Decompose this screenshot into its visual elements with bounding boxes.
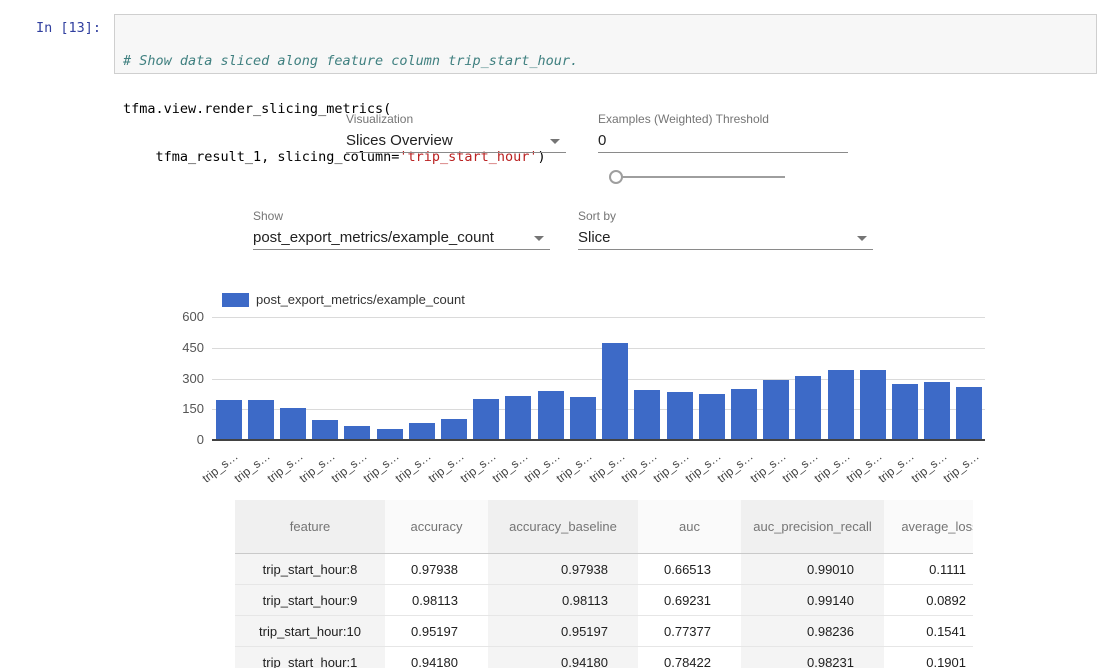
table-row: trip_start_hour:80.979380.979380.665130.…: [235, 554, 973, 585]
sort-by-label: Sort by: [578, 209, 873, 223]
feature-cell: trip_start_hour:1: [235, 647, 385, 668]
threshold-field[interactable]: Examples (Weighted) Threshold 0: [598, 112, 848, 153]
bar[interactable]: [602, 343, 628, 439]
code-line-comment: # Show data sliced along feature column …: [123, 53, 1088, 69]
metric-cell: 0.94180: [385, 647, 488, 668]
sort-by-value[interactable]: Slice: [578, 227, 873, 250]
metric-cell: 0.97938: [488, 554, 638, 585]
threshold-input[interactable]: 0: [598, 130, 848, 153]
metric-cell: 0.98231: [741, 647, 884, 668]
legend-swatch-icon: [222, 293, 249, 307]
cell-input-prompt: In [13]:: [36, 20, 101, 36]
metric-cell: 0.98113: [385, 585, 488, 616]
bar[interactable]: [731, 389, 757, 439]
bar[interactable]: [216, 400, 242, 439]
legend-label: post_export_metrics/example_count: [256, 292, 465, 307]
threshold-slider-track[interactable]: [616, 176, 785, 178]
bar[interactable]: [377, 429, 403, 439]
bar[interactable]: [667, 392, 693, 439]
metric-cell: 0.1901: [884, 647, 973, 668]
chevron-down-icon: [534, 236, 544, 241]
bar[interactable]: [634, 390, 660, 439]
slices-bar-chart: post_export_metrics/example_count 015030…: [0, 285, 1111, 485]
bar[interactable]: [828, 370, 854, 439]
bar[interactable]: [280, 408, 306, 439]
table-row: trip_start_hour:90.981130.981130.692310.…: [235, 585, 973, 616]
code-input[interactable]: # Show data sliced along feature column …: [114, 14, 1097, 74]
table-header-row: featureaccuracyaccuracy_baselineaucauc_p…: [235, 500, 973, 554]
table-row: trip_start_hour:10.941800.941800.784220.…: [235, 647, 973, 668]
metric-cell: 0.95197: [385, 616, 488, 647]
bar[interactable]: [538, 391, 564, 439]
y-axis-tick-label: 450: [154, 340, 204, 355]
gridline: [212, 348, 985, 349]
metric-cell: 0.99140: [741, 585, 884, 616]
metric-cell: 0.69231: [638, 585, 741, 616]
sort-by-select[interactable]: Sort by Slice: [578, 209, 873, 250]
metric-cell: 0.66513: [638, 554, 741, 585]
table-row: trip_start_hour:100.951970.951970.773770…: [235, 616, 973, 647]
metrics-table: featureaccuracyaccuracy_baselineaucauc_p…: [235, 500, 973, 668]
plot-area: 0150300450600trip_s…trip_s…trip_s…trip_s…: [212, 317, 985, 440]
feature-cell: trip_start_hour:9: [235, 585, 385, 616]
metric-cell: 0.1541: [884, 616, 973, 647]
notebook-page: In [13]: # Show data sliced along featur…: [0, 0, 1111, 668]
x-axis-baseline: [212, 439, 985, 441]
metric-cell: 0.94180: [488, 647, 638, 668]
bar[interactable]: [763, 380, 789, 439]
y-axis-tick-label: 300: [154, 371, 204, 386]
column-header: accuracy_baseline: [488, 500, 638, 554]
metric-cell: 0.98236: [741, 616, 884, 647]
bar[interactable]: [312, 420, 338, 439]
y-axis-tick-label: 150: [154, 401, 204, 416]
y-axis-tick-label: 0: [154, 432, 204, 447]
show-label: Show: [253, 209, 550, 223]
visualization-select[interactable]: Visualization Slices Overview: [346, 112, 566, 153]
bar[interactable]: [795, 376, 821, 439]
y-axis-tick-label: 600: [154, 309, 204, 324]
bar[interactable]: [505, 396, 531, 439]
metric-cell: 0.0892: [884, 585, 973, 616]
bar[interactable]: [892, 384, 918, 439]
chevron-down-icon: [550, 139, 560, 144]
threshold-slider-handle[interactable]: [609, 170, 623, 184]
visualization-label: Visualization: [346, 112, 566, 126]
metric-cell: 0.98113: [488, 585, 638, 616]
column-header: average_loss: [884, 500, 973, 554]
metric-cell: 0.1111: [884, 554, 973, 585]
metric-cell: 0.95197: [488, 616, 638, 647]
bar[interactable]: [956, 387, 982, 439]
bar[interactable]: [441, 419, 467, 440]
metrics-table-container: featureaccuracyaccuracy_baselineaucauc_p…: [235, 500, 973, 668]
bar[interactable]: [699, 394, 725, 439]
chevron-down-icon: [857, 236, 867, 241]
bar[interactable]: [570, 397, 596, 439]
column-header: accuracy: [385, 500, 488, 554]
feature-cell: trip_start_hour:10: [235, 616, 385, 647]
feature-cell: trip_start_hour:8: [235, 554, 385, 585]
metric-cell: 0.78422: [638, 647, 741, 668]
metric-cell: 0.97938: [385, 554, 488, 585]
visualization-value[interactable]: Slices Overview: [346, 130, 566, 153]
bar[interactable]: [344, 426, 370, 439]
bar[interactable]: [473, 399, 499, 439]
gridline: [212, 317, 985, 318]
column-header: auc_precision_recall: [741, 500, 884, 554]
bar[interactable]: [924, 382, 950, 439]
column-header: feature: [235, 500, 385, 554]
chart-legend: post_export_metrics/example_count: [222, 292, 465, 307]
show-select[interactable]: Show post_export_metrics/example_count: [253, 209, 550, 250]
bar[interactable]: [409, 423, 435, 439]
bar[interactable]: [248, 400, 274, 439]
metric-cell: 0.99010: [741, 554, 884, 585]
metric-cell: 0.77377: [638, 616, 741, 647]
threshold-label: Examples (Weighted) Threshold: [598, 112, 848, 126]
show-value[interactable]: post_export_metrics/example_count: [253, 227, 550, 250]
column-header: auc: [638, 500, 741, 554]
bar[interactable]: [860, 370, 886, 439]
